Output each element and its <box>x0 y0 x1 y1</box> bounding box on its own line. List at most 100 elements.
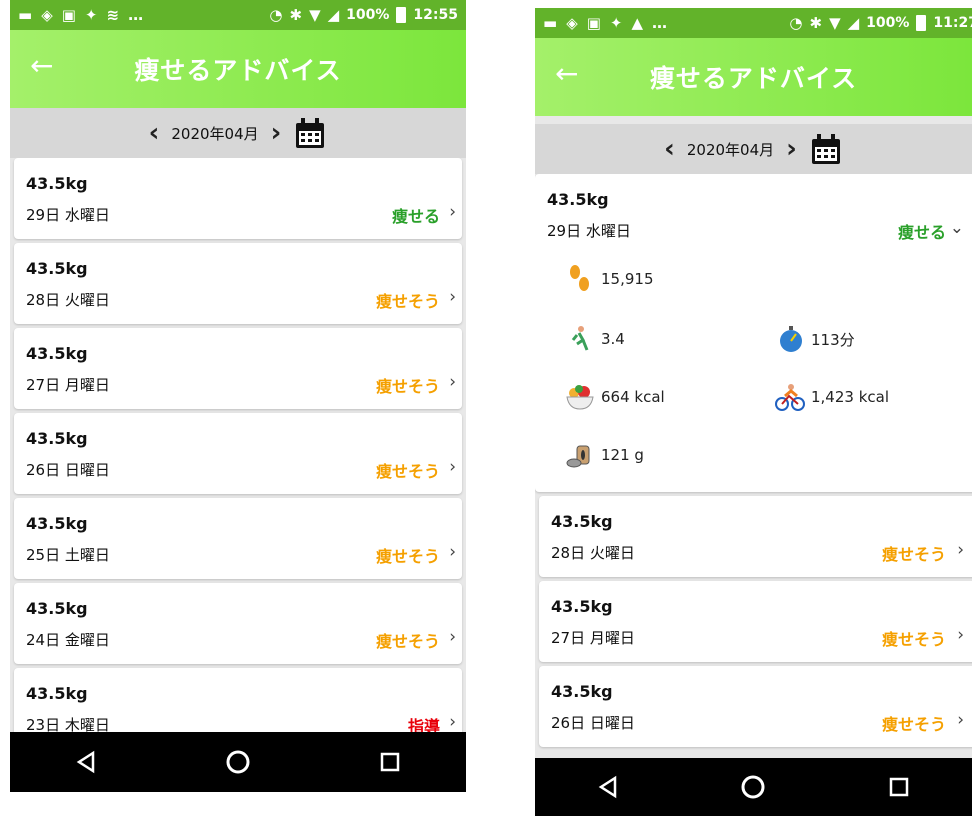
nav-back-icon[interactable] <box>578 767 638 807</box>
weight-value: 43.5kg <box>26 344 88 363</box>
status-bar: ▬ ◈ ▣ ✦ ≋ … ◔ ✱ ▼ ◢ 100% 12:55 <box>10 0 466 30</box>
status-label: 痩せそう <box>881 630 946 649</box>
chevron-right-icon: › <box>449 372 456 392</box>
list-item[interactable]: 43.5kg 27日 月曜日 痩せそう › <box>14 328 462 409</box>
date-label: 26日 日曜日 <box>26 461 110 479</box>
chevron-right-icon: › <box>957 710 964 730</box>
chevron-right-icon: › <box>957 625 964 645</box>
calendar-icon[interactable] <box>293 116 327 150</box>
nfc-icon: ◔ <box>269 5 283 24</box>
more-icon: … <box>652 13 668 32</box>
date-label: 28日 火曜日 <box>26 291 110 309</box>
chevron-right-icon: › <box>449 542 456 562</box>
chevron-left-icon[interactable]: ‹ <box>149 120 160 146</box>
app-bar: ← 痩せるアドバイス <box>10 30 466 108</box>
status-label: 痩せそう <box>881 545 946 564</box>
clock: 11:27 <box>933 15 972 31</box>
wifi-icon: ≋ <box>106 5 120 24</box>
status-label: 痩せそう <box>375 632 440 651</box>
weight-value: 43.5kg <box>26 599 88 618</box>
food-bowl-icon <box>566 385 594 410</box>
status-label: 痩せる <box>897 223 946 242</box>
metric-fiber: 121 g <box>565 440 644 470</box>
chevron-right-icon: › <box>449 202 456 222</box>
date-label: 29日 水曜日 <box>547 222 631 240</box>
chevron-right-icon[interactable]: › <box>271 120 282 146</box>
list-item[interactable]: 43.5kg 24日 金曜日 痩せそう › <box>14 583 462 664</box>
chevron-right-icon: › <box>449 712 456 732</box>
status-label: 痩せそう <box>375 377 440 396</box>
bluetooth-icon: ✱ <box>809 13 823 32</box>
weight-value: 43.5kg <box>26 259 88 278</box>
duration-value: 113分 <box>811 330 855 349</box>
nav-recent-icon[interactable] <box>360 742 420 782</box>
list-item[interactable]: 43.5kg 28日 火曜日 痩せそう › <box>539 496 972 577</box>
page-title: 痩せるアドバイス <box>134 56 342 85</box>
app-bar: ← 痩せるアドバイス <box>535 38 972 116</box>
system-nav-bar <box>535 758 972 816</box>
cell-signal-icon: ◢ <box>847 13 860 32</box>
list-item[interactable]: 43.5kg 26日 日曜日 痩せそう › <box>539 666 972 747</box>
nav-recent-icon[interactable] <box>869 767 929 807</box>
month-selector: ‹ 2020年04月 › <box>535 124 972 174</box>
clock: 12:55 <box>413 7 458 23</box>
status-label: 痩せそう <box>375 292 440 311</box>
chevron-right-icon: › <box>449 287 456 307</box>
weight-value: 43.5kg <box>551 512 613 531</box>
metric-intake: 664 kcal <box>565 382 665 412</box>
nav-home-icon[interactable] <box>208 742 268 782</box>
list-item[interactable]: 43.5kg 28日 火曜日 痩せそう › <box>14 243 462 324</box>
steps-value: 15,915 <box>601 270 654 288</box>
chevron-down-icon: ⌄ <box>949 218 964 238</box>
calendar-icon[interactable] <box>809 132 843 166</box>
date-label: 24日 金曜日 <box>26 631 110 649</box>
share-icon: ✦ <box>609 13 623 32</box>
running-value: 3.4 <box>601 330 625 348</box>
metric-steps: 15,915 <box>565 264 654 294</box>
list-item[interactable]: 43.5kg 27日 月曜日 痩せそう › <box>539 581 972 662</box>
list-item[interactable]: 43.5kg 26日 日曜日 痩せそう › <box>14 413 462 494</box>
chevron-right-icon: › <box>957 540 964 560</box>
more-icon: … <box>128 5 144 24</box>
status-label: 痩せそう <box>375 462 440 481</box>
app-notification-icon: ◈ <box>41 5 53 24</box>
status-label: 痩せそう <box>881 715 946 734</box>
grain-sack-icon <box>566 445 590 468</box>
phone-screen-detail: ▬ ◈ ▣ ✦ ▲ … ◔ ✱ ▼ ◢ 100% 11:27 ← 痩せるアドバイ… <box>535 0 972 816</box>
cyclist-icon <box>775 384 805 411</box>
list-item[interactable]: 43.5kg 29日 水曜日 痩せる › <box>14 158 462 239</box>
signal-icon: ▼ <box>309 5 321 24</box>
battery-icon <box>396 7 407 23</box>
cell-signal-icon: ◢ <box>327 5 340 24</box>
status-label: 痩せそう <box>375 547 440 566</box>
chevron-right-icon[interactable]: › <box>786 136 797 162</box>
date-label: 28日 火曜日 <box>551 544 635 562</box>
weight-value: 43.5kg <box>26 174 88 193</box>
app-notification-icon: ▣ <box>586 13 601 32</box>
date-label: 25日 土曜日 <box>26 546 110 564</box>
month-label: 2020年04月 <box>171 124 259 143</box>
weight-value: 43.5kg <box>551 682 613 701</box>
back-arrow-icon[interactable]: ← <box>30 52 53 80</box>
battery-percent: 100% <box>346 7 390 23</box>
list-item[interactable]: 43.5kg 25日 土曜日 痩せそう › <box>14 498 462 579</box>
system-nav-bar <box>10 732 466 792</box>
message-icon: ▬ <box>543 13 558 32</box>
back-arrow-icon[interactable]: ← <box>555 60 578 88</box>
list-item-expanded[interactable]: 43.5kg 29日 水曜日 痩せる ⌄ 15,915 3.4 113分 664… <box>535 174 972 492</box>
nav-back-icon[interactable] <box>56 742 116 782</box>
date-label: 29日 水曜日 <box>26 206 110 224</box>
weight-value: 43.5kg <box>26 514 88 533</box>
weight-value: 43.5kg <box>26 429 88 448</box>
chevron-left-icon[interactable]: ‹ <box>664 136 675 162</box>
burn-value: 1,423 kcal <box>811 388 890 406</box>
intake-value: 664 kcal <box>601 388 665 406</box>
date-label: 26日 日曜日 <box>551 714 635 732</box>
nav-home-icon[interactable] <box>723 767 783 807</box>
metric-burn: 1,423 kcal <box>775 382 889 412</box>
footprints-icon <box>570 265 589 291</box>
day-list: 43.5kg 29日 水曜日 痩せる ⌄ 15,915 3.4 113分 664… <box>535 174 972 816</box>
app-notification-icon: ◈ <box>566 13 578 32</box>
battery-percent: 100% <box>866 15 910 31</box>
weight-value: 43.5kg <box>551 597 613 616</box>
